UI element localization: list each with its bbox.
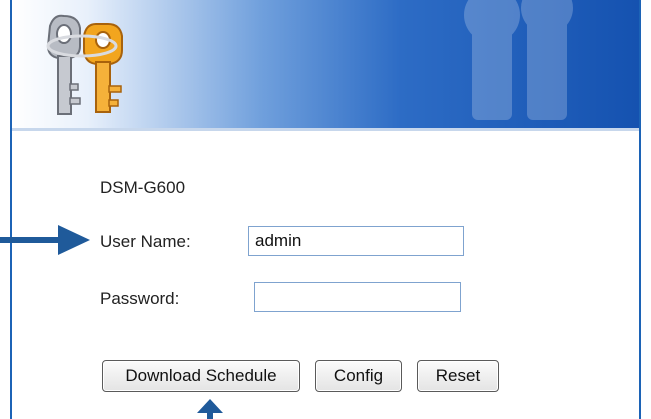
reset-button[interactable]: Reset: [417, 360, 499, 392]
username-label: User Name:: [100, 232, 191, 251]
password-field[interactable]: [254, 282, 461, 312]
keys-watermark-icon: [464, 0, 573, 120]
config-button[interactable]: Config: [315, 360, 402, 392]
arrow-right-icon: [0, 225, 90, 255]
header-banner: [12, 0, 639, 131]
arrow-up-icon: [197, 399, 223, 419]
login-panel: DSM-G600 User Name: Password: Download S…: [10, 0, 641, 419]
username-field[interactable]: [248, 226, 464, 256]
keys-logo-icon: [46, 14, 123, 115]
download-schedule-button[interactable]: Download Schedule: [102, 360, 300, 392]
device-model: DSM-G600: [100, 178, 186, 197]
password-label: Password:: [100, 289, 180, 308]
